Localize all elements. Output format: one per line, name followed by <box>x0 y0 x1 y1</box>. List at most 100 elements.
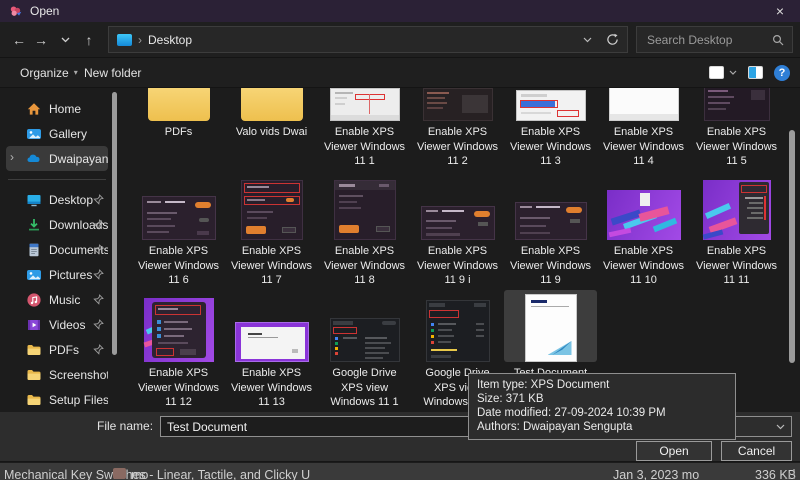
command-toolbar: Organize▾ New folder ? <box>0 58 800 88</box>
sidebar-item-dwaipayan-per[interactable]: › Dwaipayan - Per <box>6 146 108 171</box>
file-thumbnail <box>504 88 597 121</box>
tooltip-line: Date modified: 27-09-2024 10:39 PM <box>477 406 727 420</box>
breadcrumb[interactable]: Desktop <box>148 33 192 47</box>
open-button[interactable]: Open <box>636 441 712 461</box>
file-thumbnail <box>132 180 225 240</box>
pin-icon <box>93 294 104 305</box>
file-tile-enable-xps-viewer-windows-11-5[interactable]: Enable XPSViewer Windows11 5 <box>690 88 783 180</box>
file-label: Enable XPSViewer Windows11 2 <box>411 125 504 169</box>
refresh-icon[interactable] <box>606 33 619 46</box>
chevron-down-icon: ▾ <box>74 68 78 77</box>
dialog-body: HomeGallery › Dwaipayan - Per DesktopDownlo… <box>0 88 800 412</box>
file-tile-valo-vids-dwai[interactable]: Valo vids Dwai <box>225 88 318 180</box>
file-label: Enable XPSViewer Windows11 9 i <box>411 244 504 288</box>
file-thumbnail <box>225 290 318 362</box>
sidebar-divider <box>0 171 112 187</box>
videos-icon <box>26 317 42 333</box>
home-icon <box>26 101 42 117</box>
pictures-icon <box>26 267 42 283</box>
folder-icon <box>26 367 42 383</box>
sidebar-item-pictures[interactable]: Pictures <box>6 262 108 287</box>
file-tile-enable-xps-viewer-windows-11-12[interactable]: Enable XPSViewer Windows11 12 <box>132 290 225 412</box>
sidebar-item-videos[interactable]: Videos <box>6 312 108 337</box>
preview-pane-icon[interactable] <box>748 66 763 79</box>
sidebar-item-documents[interactable]: Documents <box>6 237 108 262</box>
file-label: Google DriveXPS viewWindows 11 1 <box>318 366 411 410</box>
recent-locations-chevron-icon[interactable] <box>54 29 76 51</box>
sidebar-item-home[interactable]: Home <box>6 96 108 121</box>
forward-button[interactable]: → <box>30 29 52 51</box>
app-icon <box>8 4 23 19</box>
navigation-pane: HomeGallery › Dwaipayan - Per DesktopDownlo… <box>0 88 112 412</box>
sidebar-scrollbar[interactable] <box>112 92 117 355</box>
background-file-title: Mechanical Key Switches - Linear, Tactil… <box>4 468 310 480</box>
back-button[interactable]: ← <box>8 29 30 51</box>
file-info-tooltip: Item type: XPS DocumentSize: 371 KBDate … <box>468 373 736 440</box>
search-input[interactable] <box>645 32 772 48</box>
onedrive-icon <box>26 151 42 167</box>
desktop-icon <box>26 192 42 208</box>
file-tile-enable-xps-viewer-windows-11-13[interactable]: Enable XPSViewer Windows11 13 <box>225 290 318 412</box>
sidebar-item-setup-files[interactable]: Setup Files <box>6 387 108 412</box>
sidebar-item-pdfs[interactable]: PDFs <box>6 337 108 362</box>
file-tile-enable-xps-viewer-windows-11-1[interactable]: Enable XPSViewer Windows11 1 <box>318 88 411 180</box>
file-thumbnail <box>504 180 597 240</box>
navigation-bar: ← → ↑ › Desktop <box>0 22 800 58</box>
sidebar-item-downloads[interactable]: Downloads <box>6 212 108 237</box>
sidebar-item-music[interactable]: Music <box>6 287 108 312</box>
file-label: Valo vids Dwai <box>225 125 318 140</box>
pin-icon <box>93 319 104 330</box>
file-tile-pdfs[interactable]: PDFs <box>132 88 225 180</box>
file-tile-enable-xps-viewer-windows-11-4[interactable]: Enable XPSViewer Windows11 4 <box>597 88 690 180</box>
tooltip-line: Authors: Dwaipayan Sengupta <box>477 420 727 434</box>
up-button[interactable]: ↑ <box>78 29 100 51</box>
new-folder-button[interactable]: New folder <box>84 58 141 87</box>
address-bar[interactable]: › Desktop <box>108 26 628 53</box>
sidebar-item-screenshots[interactable]: Screenshots <box>6 362 108 387</box>
close-button[interactable]: × <box>770 1 790 21</box>
file-thumbnail <box>132 290 225 362</box>
file-tile-enable-xps-viewer-windows-11-8[interactable]: Enable XPSViewer Windows11 8 <box>318 180 411 290</box>
background-file-date: Jan 3, 2023 mo <box>613 468 699 480</box>
file-tile-enable-xps-viewer-windows-11-3[interactable]: Enable XPSViewer Windows11 3 <box>504 88 597 180</box>
tooltip-line: Item type: XPS Document <box>477 378 727 392</box>
address-dropdown-chevron-icon[interactable] <box>583 37 592 43</box>
sidebar-item-label: Dwaipayan - Per <box>49 152 108 166</box>
sidebar-item-desktop[interactable]: Desktop <box>6 187 108 212</box>
sidebar-item-gallery[interactable]: Gallery <box>6 121 108 146</box>
file-tile-enable-xps-viewer-windows-11-9-i[interactable]: Enable XPSViewer Windows11 9 i <box>411 180 504 290</box>
search-icon <box>772 34 784 46</box>
file-tile-enable-xps-viewer-windows-11-9[interactable]: Enable XPSViewer Windows11 9 <box>504 180 597 290</box>
file-tile-enable-xps-viewer-windows-11-10[interactable]: Enable XPSViewer Windows11 10 <box>597 180 690 290</box>
help-button[interactable]: ? <box>774 65 790 81</box>
file-thumbnail <box>318 88 411 121</box>
file-thumbnail <box>597 88 690 121</box>
view-mode-icon[interactable] <box>709 66 724 79</box>
organize-button[interactable]: Organize▾ <box>20 58 78 87</box>
search-box[interactable] <box>636 26 793 53</box>
file-label: Enable XPSViewer Windows11 8 <box>318 244 411 288</box>
sidebar-item-label: Screenshots <box>49 368 108 382</box>
file-tile-enable-xps-viewer-windows-11-2[interactable]: Enable XPSViewer Windows11 2 <box>411 88 504 180</box>
file-thumbnail <box>411 180 504 240</box>
view-mode-chevron-icon[interactable] <box>729 70 737 75</box>
file-label: Enable XPSViewer Windows11 5 <box>690 125 783 169</box>
expand-chevron-icon[interactable]: › <box>10 150 14 164</box>
resize-grip-icon[interactable] <box>784 468 796 480</box>
file-label: Enable XPSViewer Windows11 6 <box>132 244 225 288</box>
file-tile-enable-xps-viewer-windows-11-11[interactable]: Enable XPSViewer Windows11 11 <box>690 180 783 290</box>
file-tile-enable-xps-viewer-windows-11-6[interactable]: Enable XPSViewer Windows11 6 <box>132 180 225 290</box>
file-tile-enable-xps-viewer-windows-11-7[interactable]: Enable XPSViewer Windows11 7 <box>225 180 318 290</box>
file-thumbnail <box>318 180 411 240</box>
file-label: Enable XPSViewer Windows11 10 <box>597 244 690 288</box>
file-thumbnail <box>690 180 783 240</box>
file-tile-google-drive-xps-view-windows-11-1[interactable]: Google DriveXPS viewWindows 11 1 <box>318 290 411 412</box>
file-thumbnail <box>504 290 597 362</box>
desktop-icon <box>117 34 132 46</box>
grid-scrollbar[interactable] <box>789 130 795 363</box>
cancel-button[interactable]: Cancel <box>721 441 792 461</box>
file-thumbnail <box>597 180 690 240</box>
documents-icon <box>26 242 42 258</box>
file-name-label: File name: <box>97 419 153 433</box>
file-thumbnail <box>318 290 411 362</box>
